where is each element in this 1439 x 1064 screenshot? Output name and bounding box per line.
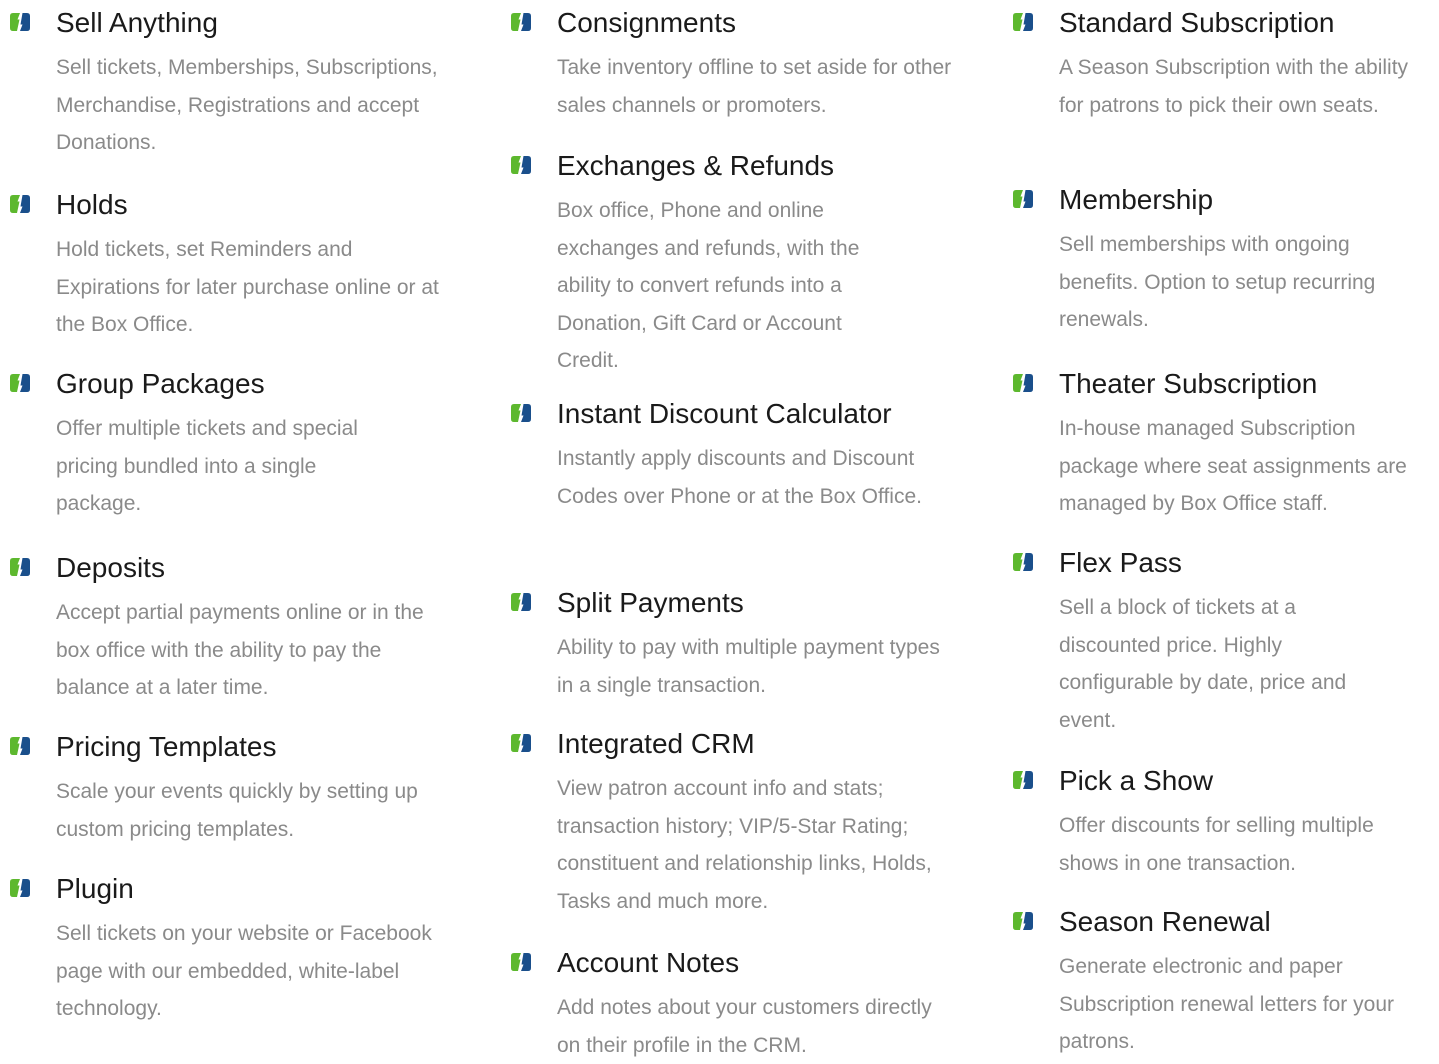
feature-description: Generate electronic and paper Subscripti… (1059, 955, 1394, 1053)
feature-title: Account Notes (557, 947, 740, 978)
feature-bullet-icon (10, 13, 30, 31)
feature-description: Offer discounts for selling multiple sho… (1059, 814, 1374, 875)
feature-bullet-icon (1013, 912, 1033, 930)
feature-description: Offer multiple tickets and special prici… (56, 417, 358, 515)
feature-description: Accept partial payments online or in the… (56, 601, 424, 699)
feature-description: View patron account info and stats; tran… (557, 777, 932, 913)
feature-bullet-icon (10, 879, 30, 897)
feature-bullet-icon (10, 558, 30, 576)
feature-description: A Season Subscription with the ability f… (1059, 56, 1409, 117)
feature-bullet-icon (511, 593, 531, 611)
feature-title: Plugin (56, 873, 134, 904)
feature-bullet-icon (1013, 771, 1033, 789)
feature-title: Instant Discount Calculator (557, 398, 892, 429)
feature-bullet-icon (1013, 374, 1033, 392)
feature-title: Membership (1059, 184, 1214, 215)
feature-bullet-icon (511, 156, 531, 174)
feature-title: Split Payments (557, 587, 744, 618)
feature-description: Sell tickets, Memberships, Subscriptions… (56, 56, 438, 154)
feature-description: Sell tickets on your website or Facebook… (56, 922, 432, 1020)
feature-bullet-icon (10, 737, 30, 755)
feature-description: Take inventory offline to set aside for … (557, 56, 952, 117)
feature-title: Holds (56, 189, 128, 220)
feature-bullet-icon (1013, 553, 1033, 571)
feature-title: Season Renewal (1059, 906, 1271, 937)
feature-title: Group Packages (56, 368, 265, 399)
feature-description: Add notes about your customers directly … (557, 996, 932, 1057)
feature-bullet-icon (511, 404, 531, 422)
feature-bullet-icon (10, 374, 30, 392)
feature-title: Pick a Show (1059, 765, 1214, 796)
feature-bullet-icon (511, 953, 531, 971)
feature-bullet-icon (10, 195, 30, 213)
feature-description: Hold tickets, set Reminders and Expirati… (56, 238, 439, 336)
feature-description: Scale your events quickly by setting up … (56, 780, 418, 841)
feature-description: Box office, Phone and online exchanges a… (557, 199, 860, 372)
feature-title: Sell Anything (56, 7, 218, 38)
feature-description: Sell a block of tickets at a discounted … (1059, 596, 1347, 732)
feature-title: Flex Pass (1059, 547, 1182, 578)
feature-description: Sell memberships with ongoing benefits. … (1059, 233, 1376, 331)
feature-description: Ability to pay with multiple payment typ… (557, 636, 940, 697)
feature-description: Instantly apply discounts and Discount C… (557, 447, 922, 508)
feature-bullet-icon (511, 13, 531, 31)
feature-title: Theater Subscription (1059, 368, 1318, 399)
feature-title: Integrated CRM (557, 728, 755, 759)
feature-description: In-house managed Subscription package wh… (1059, 417, 1407, 515)
feature-bullet-icon (1013, 190, 1033, 208)
feature-title: Pricing Templates (56, 731, 277, 762)
feature-title: Consignments (557, 7, 736, 38)
feature-title: Deposits (56, 552, 165, 583)
feature-title: Standard Subscription (1059, 7, 1335, 38)
feature-bullet-icon (1013, 13, 1033, 31)
feature-title: Exchanges & Refunds (557, 150, 835, 181)
feature-bullet-icon (511, 734, 531, 752)
